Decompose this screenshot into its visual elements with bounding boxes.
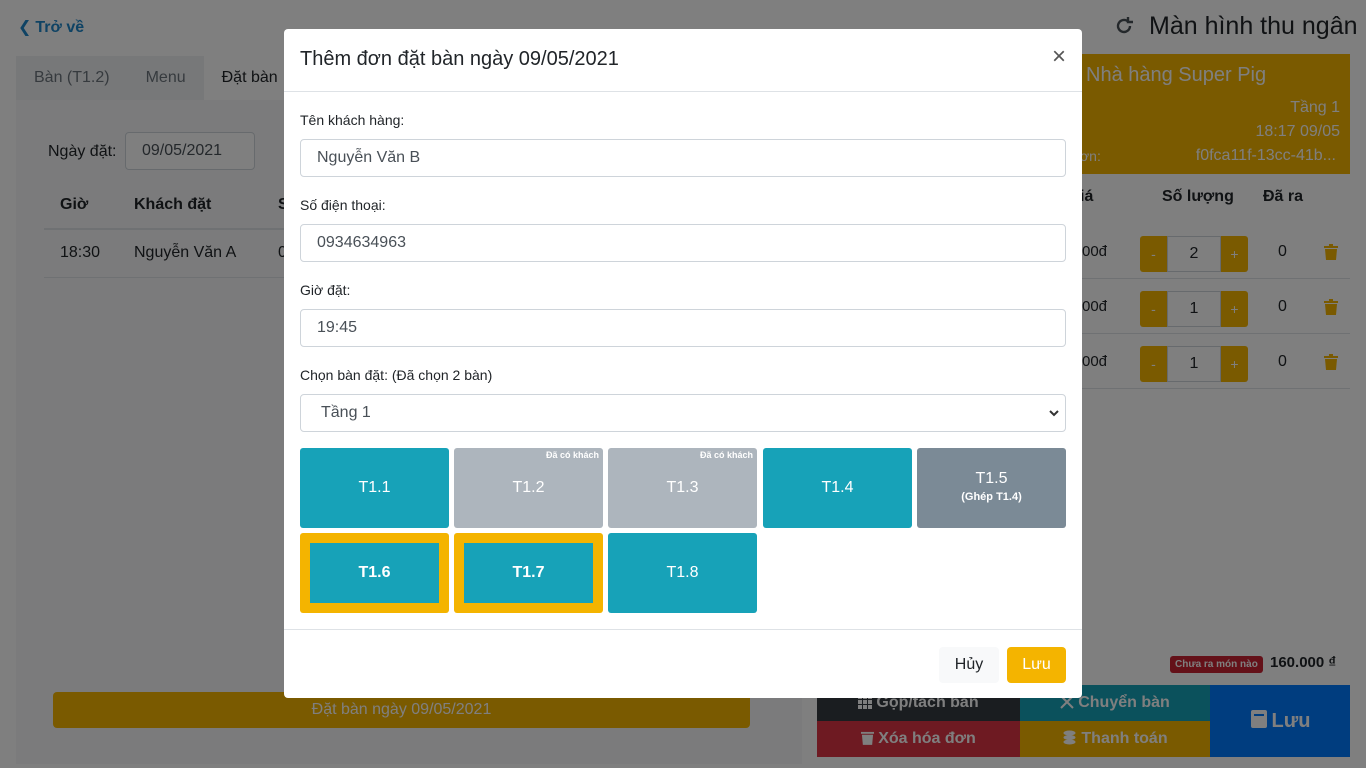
modal-title: Thêm đơn đặt bàn ngày 09/05/2021	[300, 48, 619, 70]
merge-note: (Ghép T1.4)	[961, 491, 1022, 503]
customer-name-label: Tên khách hàng:	[300, 112, 405, 128]
chevron-down-icon	[1049, 410, 1059, 417]
add-booking-modal: Thêm đơn đặt bàn ngày 09/05/2021 × Tên k…	[284, 29, 1082, 698]
table-t1-2: Đã có khách T1.2	[454, 448, 603, 528]
table-name: T1.5	[975, 470, 1008, 487]
busy-note: Đã có khách	[699, 450, 753, 460]
table-t1-4[interactable]: T1.4	[763, 448, 912, 528]
table-t1-1[interactable]: T1.1	[300, 448, 449, 528]
time-label: Giờ đặt:	[300, 282, 351, 298]
modal-footer: Hủy Lưu	[284, 629, 1082, 698]
table-name: T1.1	[358, 479, 391, 496]
phone-input[interactable]: 0934634963	[300, 224, 1066, 262]
table-name: T1.4	[821, 479, 854, 496]
table-t1-7[interactable]: T1.7	[454, 533, 603, 613]
table-t1-8[interactable]: T1.8	[608, 533, 757, 613]
table-t1-6[interactable]: T1.6	[300, 533, 449, 613]
close-icon[interactable]: ×	[1052, 45, 1066, 69]
phone-label: Số điện thoại:	[300, 197, 386, 213]
save-button[interactable]: Lưu	[1007, 647, 1066, 683]
floor-select-value: Tầng 1	[321, 404, 371, 421]
floor-select[interactable]: Tầng 1	[300, 394, 1066, 432]
table-t1-3: Đã có khách T1.3	[608, 448, 757, 528]
table-name: T1.6	[310, 543, 439, 603]
time-input[interactable]: 19:45	[300, 309, 1066, 347]
customer-name-input[interactable]: Nguyễn Văn B	[300, 139, 1066, 177]
modal-header: Thêm đơn đặt bàn ngày 09/05/2021 ×	[284, 29, 1082, 92]
table-t1-5[interactable]: T1.5 (Ghép T1.4)	[917, 448, 1066, 528]
cancel-button[interactable]: Hủy	[939, 647, 999, 683]
busy-note: Đã có khách	[545, 450, 599, 460]
table-picker: T1.1 Đã có khách T1.2 Đã có khách T1.3 T1.…	[300, 448, 1066, 613]
table-name: T1.7	[464, 543, 593, 603]
table-name: T1.8	[666, 564, 699, 581]
tables-label: Chọn bàn đặt: (Đã chọn 2 bàn)	[300, 367, 493, 383]
